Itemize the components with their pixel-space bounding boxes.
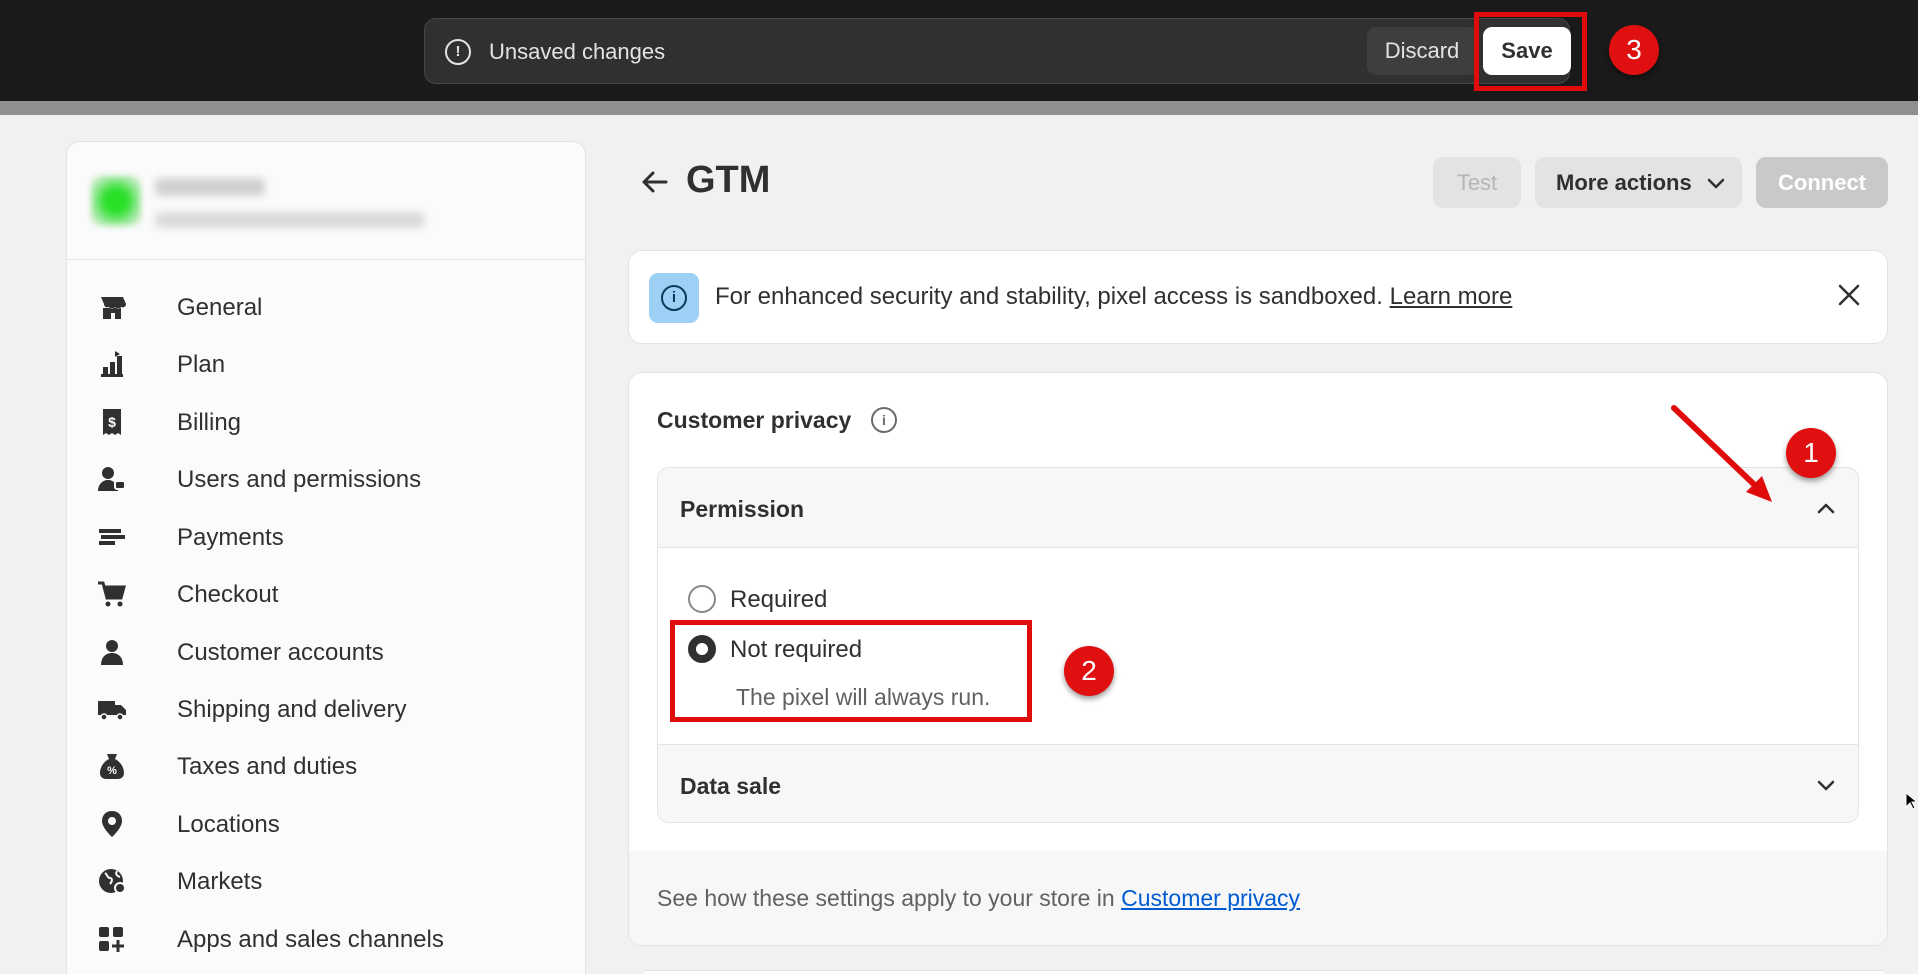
contextual-save-bar: ! Unsaved changes Discard Save bbox=[424, 18, 1571, 84]
next-card-edge bbox=[644, 970, 1884, 974]
info-icon: i bbox=[661, 285, 687, 311]
top-bar-divider bbox=[0, 101, 1918, 115]
sidebar-item-label: Apps and sales channels bbox=[177, 926, 444, 953]
footer-text: See how these settings apply to your sto… bbox=[657, 885, 1115, 911]
sidebar-item-checkout[interactable]: Checkout bbox=[97, 572, 557, 616]
truck-icon bbox=[98, 701, 126, 721]
sidebar-item-payments[interactable]: Payments bbox=[97, 515, 557, 559]
store-switcher[interactable] bbox=[67, 142, 585, 260]
sidebar-item-customer-accounts[interactable]: Customer accounts bbox=[97, 630, 557, 674]
data-sale-accordion-header[interactable]: Data sale bbox=[658, 744, 1858, 822]
sidebar-item-label: Markets bbox=[177, 868, 263, 895]
chevron-down-icon bbox=[1707, 178, 1725, 189]
store-name-redacted bbox=[155, 178, 265, 196]
sidebar-item-locations[interactable]: Locations bbox=[97, 802, 557, 846]
connect-button[interactable]: Connect bbox=[1756, 157, 1888, 208]
sidebar-item-label: Billing bbox=[177, 409, 242, 436]
annotation-arrow bbox=[1671, 405, 1772, 502]
sidebar-item-label: Taxes and duties bbox=[177, 753, 358, 780]
mouse-cursor-icon bbox=[1905, 792, 1918, 810]
radio-label: Required bbox=[730, 586, 828, 613]
sidebar-item-shipping[interactable]: Shipping and delivery bbox=[97, 687, 557, 731]
person-icon bbox=[101, 640, 123, 665]
sidebar-item-apps[interactable]: Apps and sales channels bbox=[97, 917, 557, 961]
store-url-redacted bbox=[155, 212, 425, 228]
sidebar-item-label: Locations bbox=[177, 811, 280, 838]
alert-circle-icon: ! bbox=[445, 39, 471, 65]
store-logo bbox=[91, 176, 141, 226]
sidebar-item-label: Payments bbox=[177, 524, 284, 551]
sidebar-item-plan[interactable]: Plan bbox=[97, 342, 557, 386]
footer-text-wrap: See how these settings apply to your sto… bbox=[657, 885, 1300, 912]
store-icon bbox=[101, 297, 126, 319]
annotation-badge-2: 2 bbox=[1064, 646, 1114, 696]
chevron-up-icon bbox=[1817, 503, 1835, 514]
svg-text:%: % bbox=[107, 765, 117, 777]
sidebar-item-billing[interactable]: $ Billing bbox=[97, 400, 557, 444]
sidebar-item-label: General bbox=[177, 294, 263, 321]
tax-icon: % bbox=[100, 754, 124, 779]
apps-icon bbox=[99, 927, 124, 952]
globe-icon bbox=[99, 869, 126, 894]
radio-option-required[interactable]: Required bbox=[688, 582, 1088, 618]
close-icon[interactable] bbox=[1835, 281, 1863, 309]
sidebar-item-label: Checkout bbox=[177, 581, 279, 608]
info-badge: i bbox=[649, 273, 699, 323]
users-icon bbox=[98, 467, 126, 491]
page-title: GTM bbox=[686, 159, 771, 201]
more-actions-label: More actions bbox=[1556, 170, 1692, 195]
banner-text: For enhanced security and stability, pix… bbox=[715, 283, 1383, 310]
sidebar-item-general[interactable]: General bbox=[97, 285, 557, 329]
banner-text-wrap: For enhanced security and stability, pix… bbox=[715, 283, 1512, 311]
sidebar-item-taxes[interactable]: % Taxes and duties bbox=[97, 744, 557, 788]
permission-label: Permission bbox=[680, 496, 804, 522]
location-pin-icon bbox=[102, 811, 122, 837]
sidebar-item-label: Plan bbox=[177, 351, 226, 378]
more-actions-button[interactable]: More actions bbox=[1535, 157, 1742, 208]
customer-privacy-link[interactable]: Customer privacy bbox=[1121, 885, 1300, 911]
settings-sidebar: General Plan $ Billing Users and permiss… bbox=[66, 141, 586, 974]
annotation-box-not-required bbox=[670, 620, 1032, 722]
radio-button[interactable] bbox=[688, 585, 716, 613]
back-arrow-icon[interactable] bbox=[638, 165, 672, 199]
billing-icon: $ bbox=[103, 409, 121, 435]
unsaved-changes-message: Unsaved changes bbox=[489, 39, 666, 64]
annotation-badge-3: 3 bbox=[1609, 25, 1659, 75]
payments-icon bbox=[99, 529, 125, 545]
sidebar-item-users[interactable]: Users and permissions bbox=[97, 457, 557, 501]
learn-more-link[interactable]: Learn more bbox=[1390, 283, 1513, 310]
chevron-down-icon bbox=[1817, 780, 1835, 791]
card-footer: See how these settings apply to your sto… bbox=[629, 851, 1887, 945]
sidebar-item-markets[interactable]: Markets bbox=[97, 859, 557, 903]
sidebar-item-label: Customer accounts bbox=[177, 639, 384, 666]
data-sale-label: Data sale bbox=[680, 773, 782, 799]
sidebar-item-label: Users and permissions bbox=[177, 466, 422, 493]
svg-text:$: $ bbox=[108, 414, 116, 430]
annotation-box-save bbox=[1474, 12, 1587, 91]
card-title: Customer privacy bbox=[657, 407, 852, 433]
test-button[interactable]: Test bbox=[1433, 157, 1521, 208]
info-icon[interactable]: i bbox=[871, 407, 897, 433]
cart-icon bbox=[98, 581, 126, 607]
sandbox-info-banner: i For enhanced security and stability, p… bbox=[628, 250, 1888, 344]
annotation-badge-1: 1 bbox=[1786, 428, 1836, 478]
plan-icon bbox=[101, 351, 123, 377]
discard-button[interactable]: Discard bbox=[1367, 27, 1477, 75]
sidebar-item-label: Shipping and delivery bbox=[177, 696, 407, 723]
